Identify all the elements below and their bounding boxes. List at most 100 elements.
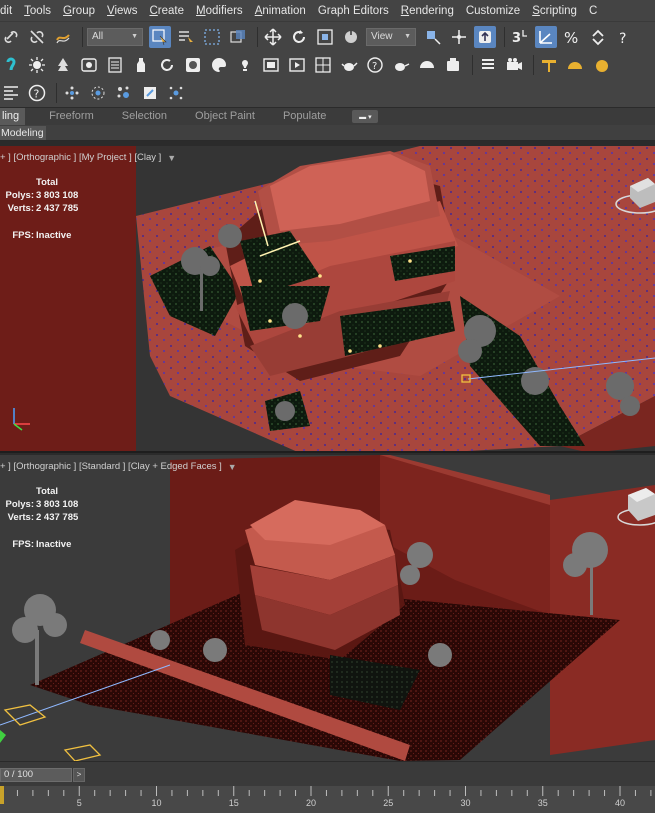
- tertiary-toolbar: ?: [0, 78, 655, 107]
- tab-freeform[interactable]: Freeform: [35, 108, 108, 125]
- bulb-icon[interactable]: [234, 54, 256, 76]
- tab-selection[interactable]: Selection: [108, 108, 181, 125]
- hardhat-icon[interactable]: [564, 54, 586, 76]
- tree-icon[interactable]: [52, 54, 74, 76]
- verts-label: Verts:: [7, 203, 34, 214]
- particle-ring-icon[interactable]: [87, 82, 109, 104]
- time-slider[interactable]: 0 / 100: [0, 768, 72, 782]
- place-icon[interactable]: [340, 26, 362, 48]
- filter-icon[interactable]: ▼: [228, 462, 237, 472]
- spinner-snap-icon[interactable]: [587, 26, 609, 48]
- tick-label: 35: [537, 798, 548, 808]
- move-icon[interactable]: [262, 26, 284, 48]
- svg-text:?: ?: [34, 87, 40, 100]
- svg-text:?: ?: [619, 31, 626, 46]
- material-editor-icon[interactable]: [182, 54, 204, 76]
- next-frame-button[interactable]: >: [73, 768, 85, 782]
- menu-item[interactable]: Animation: [249, 0, 312, 22]
- cycle-icon[interactable]: [156, 54, 178, 76]
- viewport-label[interactable]: + ] [Orthographic ] [My Project ] [Clay …: [0, 152, 176, 163]
- stats-overlay: Total Polys: 3 803 108 Verts: 2 437 785 FP…: [0, 485, 78, 551]
- sun-icon[interactable]: [26, 54, 48, 76]
- menu-item[interactable]: Graph Editors: [312, 0, 395, 22]
- palette-icon[interactable]: [208, 54, 230, 76]
- camera-icon[interactable]: [503, 54, 525, 76]
- scale-icon[interactable]: [314, 26, 336, 48]
- render-frame-icon[interactable]: [78, 54, 100, 76]
- viewport-top[interactable]: + ] [Orthographic ] [My Project ] [Clay …: [0, 146, 655, 453]
- menu-item[interactable]: Create: [143, 0, 190, 22]
- menu-item[interactable]: Modifiers: [190, 0, 249, 22]
- window-crossing-icon[interactable]: [227, 26, 249, 48]
- viewport-bottom[interactable]: + ] [Orthographic ] [Standard ] [Clay + …: [0, 455, 655, 761]
- current-frame-marker[interactable]: [0, 786, 4, 804]
- light-helpers: [3, 704, 102, 761]
- window-icon[interactable]: [260, 54, 282, 76]
- hammer-icon[interactable]: [538, 54, 560, 76]
- menu-item[interactable]: Scripting: [526, 0, 583, 22]
- tick-label: 10: [151, 798, 162, 808]
- align-icon[interactable]: [312, 54, 334, 76]
- menu-item[interactable]: Customize: [460, 0, 526, 22]
- menu-item[interactable]: C: [583, 0, 603, 22]
- rectangular-selection-icon[interactable]: [201, 26, 223, 48]
- select-object-icon[interactable]: [149, 25, 171, 48]
- verts-label: Verts:: [7, 512, 34, 523]
- tab-populate[interactable]: Populate: [269, 108, 340, 125]
- helmet-icon[interactable]: [590, 54, 612, 76]
- paint-object-icon[interactable]: [139, 82, 161, 104]
- svg-text:%: %: [564, 29, 578, 46]
- filter-icon[interactable]: ▼: [167, 153, 176, 163]
- tick-label: 15: [228, 798, 239, 808]
- polys-value: 3 803 108: [36, 190, 79, 201]
- bind-space-warp-icon[interactable]: [52, 26, 74, 48]
- link-icon[interactable]: [0, 26, 22, 48]
- polys-value: 3 803 108: [36, 499, 79, 510]
- menu-item[interactable]: Views: [101, 0, 143, 22]
- stats-overlay: Total Polys: 3 803 108 Verts: 2 437 785 FP…: [0, 176, 78, 242]
- teapot-icon[interactable]: [338, 54, 360, 76]
- help-circle-icon[interactable]: ?: [26, 82, 48, 104]
- ribbon-options-icon[interactable]: ▬ ▾: [352, 110, 379, 123]
- viewport-label[interactable]: + ] [Orthographic ] [Standard ] [Clay + …: [0, 461, 237, 472]
- percent-snap-icon[interactable]: %: [561, 26, 583, 48]
- separator: [56, 82, 57, 103]
- menu-item[interactable]: Group: [57, 0, 101, 22]
- tick-label: 30: [460, 798, 471, 808]
- light-icon[interactable]: [0, 54, 22, 76]
- document-icon[interactable]: [104, 54, 126, 76]
- menu-item[interactable]: dit: [0, 0, 18, 22]
- select-by-name-icon[interactable]: [175, 26, 197, 48]
- keyboard-shortcut-override-icon[interactable]: [474, 25, 496, 48]
- pivot-center-icon[interactable]: [422, 26, 444, 48]
- select-manipulate-icon[interactable]: [448, 26, 470, 48]
- layer-list-icon[interactable]: [477, 54, 499, 76]
- tab-modeling[interactable]: ling: [0, 108, 26, 125]
- timeline: 0 / 100 > 5 10 15 20 25 30 35 40: [0, 761, 655, 813]
- unlink-icon[interactable]: [26, 26, 48, 48]
- tab-object-paint[interactable]: Object Paint: [181, 108, 269, 125]
- particle-grid-icon[interactable]: [165, 82, 187, 104]
- render-production-icon[interactable]: [442, 54, 464, 76]
- render-setup-icon[interactable]: [286, 54, 308, 76]
- angle-snap-icon[interactable]: [535, 25, 557, 48]
- help-circle-icon[interactable]: ?: [364, 54, 386, 76]
- modeling-panel-button[interactable]: Modeling: [0, 126, 46, 140]
- snaps-toggle-icon[interactable]: 3: [509, 26, 531, 48]
- bottle-icon[interactable]: [130, 54, 152, 76]
- track-ticks: [1, 786, 652, 796]
- rotate-icon[interactable]: [288, 26, 310, 48]
- teapot-render-icon[interactable]: [390, 54, 412, 76]
- particle-spray-icon[interactable]: [113, 82, 135, 104]
- help-icon[interactable]: ?: [613, 26, 635, 48]
- selection-filter-dropdown[interactable]: All ▼: [87, 27, 143, 46]
- stats-header: Total: [36, 486, 58, 497]
- environment-icon[interactable]: [416, 54, 438, 76]
- reference-coordinate-dropdown[interactable]: View ▼: [366, 27, 416, 46]
- track-bar[interactable]: 5 10 15 20 25 30 35 40: [0, 786, 655, 813]
- menu-item[interactable]: Tools: [18, 0, 57, 22]
- align-left-icon[interactable]: [0, 82, 22, 104]
- menu-item[interactable]: Rendering: [395, 0, 460, 22]
- viewport-scene-top: [0, 146, 655, 451]
- particle-scatter-icon[interactable]: [61, 82, 83, 104]
